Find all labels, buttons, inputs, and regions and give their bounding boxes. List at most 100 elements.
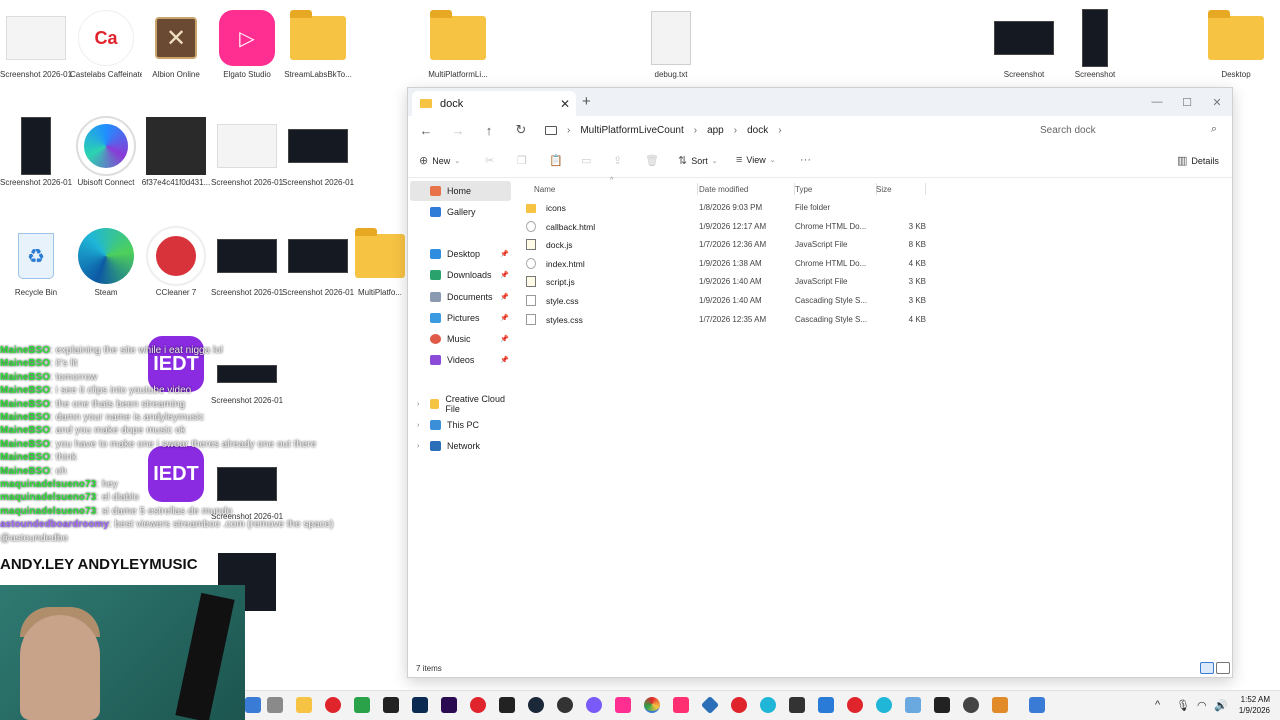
desktop-icon-screenshot[interactable]: Screenshot 2026-01 ...	[282, 226, 354, 298]
copy-button[interactable]: ❐	[517, 154, 527, 167]
desktop-icon-screenshot[interactable]: Screenshot	[988, 8, 1060, 80]
share-button[interactable]: ⇪	[613, 154, 622, 167]
new-tab-button[interactable]: +	[582, 93, 591, 110]
breadcrumb-item[interactable]: app	[707, 125, 724, 136]
desktop-icon-desktop-folder[interactable]: Desktop	[1200, 8, 1272, 80]
sidebar-item-pictures[interactable]: Pictures 📌	[410, 308, 511, 328]
snipping-tool-icon[interactable]	[992, 697, 1008, 713]
desktop-icon-ubisoft[interactable]: Ubisoft Connect	[70, 116, 142, 188]
xbox-icon[interactable]	[354, 697, 370, 713]
obs-icon[interactable]	[557, 697, 573, 713]
desktop-icon-steam[interactable]: Steam	[70, 226, 142, 298]
sidebar-item-downloads[interactable]: Downloads 📌	[410, 265, 511, 285]
desktop-icon-elgato[interactable]: ▷ Elgato Studio	[211, 8, 283, 80]
more-options-button[interactable]: ···	[800, 154, 811, 166]
file-row[interactable]: dock.js 1/7/2026 12:36 AM JavaScript File 8…	[516, 236, 926, 255]
tiktok-icon[interactable]	[673, 697, 689, 713]
back-button[interactable]: ←	[416, 121, 436, 139]
rename-button[interactable]: ▭	[581, 154, 591, 167]
opera-icon[interactable]	[325, 697, 341, 713]
desktop-icon-recycle-bin[interactable]: ♻ Recycle Bin	[0, 226, 72, 298]
notes-app-icon[interactable]	[1029, 697, 1045, 713]
desktop-icon-multiplatform-folder[interactable]: MultiPlatformLi...	[422, 8, 494, 80]
paste-button[interactable]: 📋	[549, 154, 563, 167]
details-view-toggle[interactable]	[1200, 662, 1214, 674]
desktop-icon-multiplatform-folder[interactable]: MultiPlatfo...	[350, 226, 410, 298]
cut-button[interactable]: ✂	[485, 154, 494, 167]
elgato-icon[interactable]	[615, 697, 631, 713]
column-header-date[interactable]: Date modified	[699, 181, 795, 197]
column-header-type[interactable]: Type	[795, 181, 877, 197]
desktop-icon-screenshot[interactable]: Screenshot 2026-01 ...	[211, 226, 283, 298]
castelabs-icon[interactable]	[847, 697, 863, 713]
breadcrumb-item[interactable]: MultiPlatformLiveCount	[580, 125, 683, 136]
settings-icon[interactable]	[963, 697, 979, 713]
address-bar[interactable]: › MultiPlatformLiveCount › app › dock ›	[545, 119, 1025, 141]
desktop-icon-albion[interactable]: ✕ Albion Online	[140, 8, 212, 80]
desktop-icon-castelabs[interactable]: Ca Castelabs Caffeinated	[70, 8, 142, 80]
desktop-icon-photo[interactable]: 6f37e4c41f0d431...	[140, 116, 212, 188]
sidebar-item-videos[interactable]: Videos 📌	[410, 350, 511, 370]
desktop-icon-ccleaner[interactable]: CCleaner 7	[140, 226, 212, 298]
desktop-icon-screenshot[interactable]: Screenshot	[1059, 8, 1131, 80]
file-row[interactable]: script.js 1/9/2026 1:40 AM JavaScript File…	[516, 273, 926, 292]
photoshop-icon[interactable]	[412, 697, 428, 713]
desktop-icon-debug-txt[interactable]: debug.txt	[635, 8, 707, 80]
file-row[interactable]: style.css 1/9/2026 1:40 AM Cascading Style…	[516, 292, 926, 311]
delete-button[interactable]: 🗑	[645, 154, 659, 167]
file-row[interactable]: icons 1/8/2026 9:03 PM File folder	[516, 199, 926, 218]
notepad-icon[interactable]	[789, 697, 805, 713]
printer-icon[interactable]	[267, 697, 283, 713]
close-window-button[interactable]: ✕	[1202, 88, 1232, 116]
sidebar-item-this-pc[interactable]: › This PC	[410, 415, 511, 435]
close-tab-icon[interactable]: ✕	[560, 97, 570, 111]
desktop-icon-screenshot[interactable]: Screenshot 2026-01 ...	[0, 116, 72, 188]
file-row[interactable]: styles.css 1/7/2026 12:35 AM Cascading Sty…	[516, 311, 926, 330]
search-input[interactable]: Search dock ⌕	[1030, 119, 1225, 141]
discord-icon[interactable]	[586, 697, 602, 713]
desktop-icon-streamlabs-folder[interactable]: StreamLabsBkTo...	[282, 8, 354, 80]
forward-button[interactable]: →	[448, 121, 468, 139]
details-button[interactable]: ▥ Details	[1177, 154, 1219, 167]
castelabs-icon[interactable]	[731, 697, 747, 713]
sidebar-item-creative-cloud[interactable]: › Creative Cloud File	[410, 394, 511, 414]
task-view-icon[interactable]	[245, 697, 261, 713]
minimize-button[interactable]: —	[1142, 88, 1172, 116]
volume-icon[interactable]: 🔊	[1214, 699, 1228, 712]
system-clock[interactable]: 1:52 AM 1/9/2026	[1239, 694, 1270, 716]
file-explorer-icon[interactable]	[296, 697, 312, 713]
desktop-icon-screenshot[interactable]: Screenshot 2026-01 ...	[282, 116, 354, 188]
tab-dock[interactable]: dock ✕	[412, 91, 576, 116]
control-panel-icon[interactable]	[905, 697, 921, 713]
epic-games-icon[interactable]	[499, 697, 515, 713]
file-row[interactable]: index.html 1/9/2026 1:38 AM Chrome HTML Do…	[516, 255, 926, 274]
sidebar-item-documents[interactable]: Documents 📌	[410, 287, 511, 307]
new-button[interactable]: ⊕ New ⌄	[419, 154, 460, 167]
sync-app-icon[interactable]	[700, 695, 720, 715]
desktop-icon-screenshot[interactable]: Screenshot 2026-01 ...	[0, 8, 72, 80]
wifi-icon[interactable]: ◠	[1197, 699, 1207, 712]
sidebar-item-music[interactable]: Music 📌	[410, 329, 511, 349]
youtube-icon[interactable]	[470, 697, 486, 713]
capcut-icon[interactable]	[383, 697, 399, 713]
sidebar-item-home[interactable]: Home	[410, 181, 511, 201]
sidebar-item-network[interactable]: › Network	[410, 436, 511, 456]
chevron-up-icon[interactable]: ^	[1155, 699, 1160, 711]
microphone-icon[interactable]: 🎙	[1176, 699, 1190, 712]
sidebar-item-gallery[interactable]: Gallery	[410, 202, 511, 222]
file-row[interactable]: callback.html 1/9/2026 12:17 AM Chrome HTM…	[516, 218, 926, 237]
steam-icon[interactable]	[528, 697, 544, 713]
chrome-icon[interactable]	[644, 697, 660, 713]
terminal-icon[interactable]	[934, 697, 950, 713]
view-button[interactable]: ≡ View ⌄	[736, 154, 776, 166]
column-header-size[interactable]: Size	[876, 181, 926, 197]
maximize-button[interactable]: ☐	[1172, 88, 1202, 116]
tiles-view-toggle[interactable]	[1216, 662, 1230, 674]
refresh-button[interactable]: ↻	[511, 121, 531, 139]
up-button[interactable]: ↑	[479, 121, 499, 139]
column-header-name[interactable]: Name ^	[534, 177, 698, 197]
premiere-icon[interactable]	[441, 697, 457, 713]
edge-icon[interactable]	[760, 697, 776, 713]
photos-icon[interactable]	[818, 697, 834, 713]
sort-button[interactable]: ⇅ Sort ⌄	[678, 154, 718, 167]
